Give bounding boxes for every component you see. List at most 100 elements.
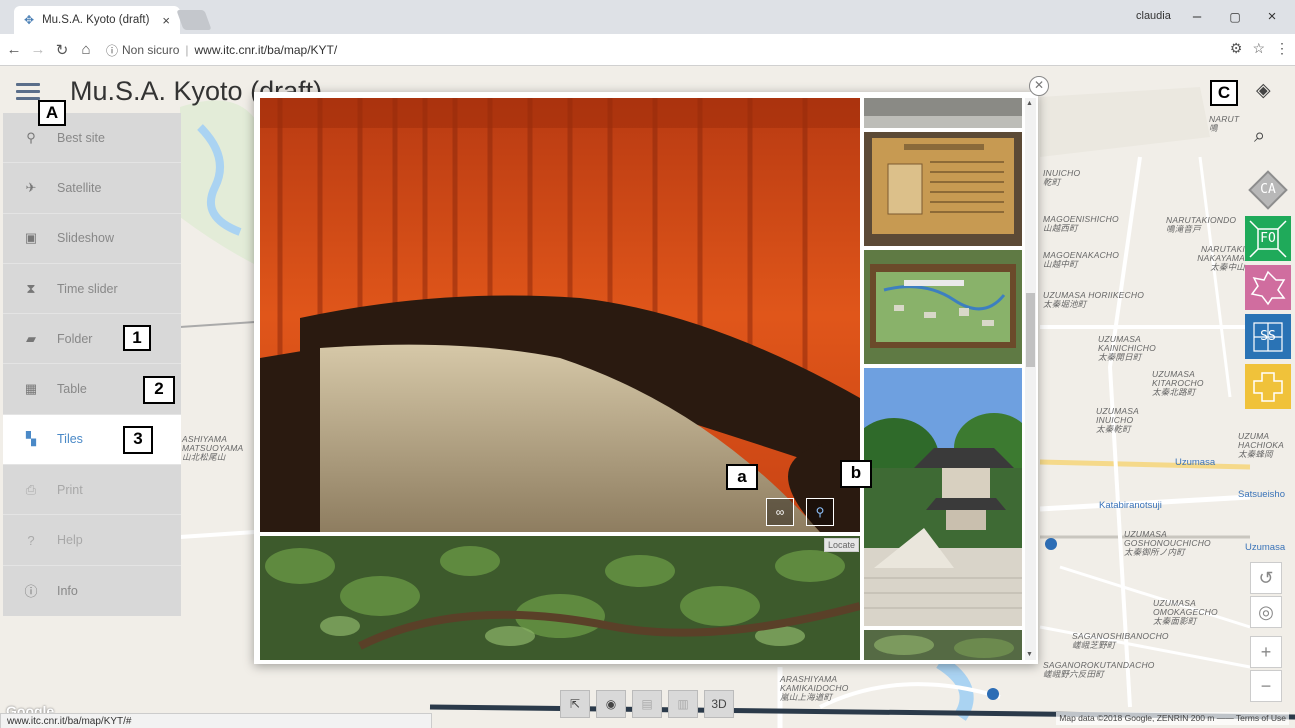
reload-icon[interactable]: ↻	[52, 41, 72, 59]
station-label: Katabiranotsuji	[1099, 500, 1162, 511]
menu-item-satellite[interactable]: ✈ Satellite	[3, 163, 181, 214]
browser-tab[interactable]: ✥ Mu.S.A. Kyoto (draft) ×	[14, 6, 180, 34]
document-button[interactable]: ▤	[632, 690, 662, 718]
address-bar: ← → ↻ ⌂ ⓘ Non sicuro | www.itc.cnr.it/ba…	[0, 34, 1295, 66]
back-icon[interactable]: ←	[4, 41, 24, 58]
map-label: UZUMASA HORIIKECHO 太秦堀池町	[1043, 290, 1145, 309]
menu-item-label: Info	[57, 583, 78, 598]
help-icon: ?	[27, 532, 35, 548]
callout-b-lower: b	[840, 460, 872, 488]
chrome-menu-icon[interactable]: ⋮	[1275, 40, 1289, 57]
profile-name[interactable]: claudia	[1136, 10, 1171, 22]
locate-button[interactable]: ⚲	[806, 498, 834, 526]
thumbnail-temple[interactable]	[864, 368, 1022, 626]
forward-icon[interactable]: →	[28, 41, 48, 58]
callout-three: 3	[123, 426, 153, 454]
station-label: Uzumasa	[1245, 542, 1286, 553]
url-field[interactable]: ⓘ Non sicuro | www.itc.cnr.it/ba/map/KYT…	[106, 38, 1196, 62]
print-icon: ⎙	[25, 481, 37, 497]
thumbnail-map-board[interactable]	[864, 250, 1022, 364]
map-label: UZUMASA KAINICHICHO 太秦開日町	[1098, 334, 1156, 362]
layers-icon[interactable]: ◈	[1256, 79, 1271, 102]
thumbnail-signboard[interactable]	[864, 132, 1022, 246]
map-attribution[interactable]: Map data ©2018 Google, ZENRIN 200 m ⎯⎯⎯⎯…	[1056, 712, 1289, 725]
menu-item-label: Slideshow	[57, 231, 114, 246]
menu-item-time-slider[interactable]: ⧗ Time slider	[3, 264, 181, 315]
photo-torii-gates[interactable]	[260, 98, 860, 532]
rotate-button[interactable]: ↺	[1250, 562, 1282, 594]
map-label: UZUMASA INUICHO 太秦乾町	[1096, 406, 1139, 434]
scroll-up-icon[interactable]: ▲	[1026, 100, 1033, 107]
browser-tab-bar: ✥ Mu.S.A. Kyoto (draft) × claudia – ▢ ×	[0, 0, 1295, 34]
tool-shape[interactable]	[1245, 265, 1291, 310]
hamburger-menu-icon[interactable]	[16, 83, 40, 104]
map-label: NARUTAKI NAKAYAMA 太秦中山	[1197, 244, 1245, 272]
map-label: UZUMASA OMOKAGECHO 太秦面影町	[1153, 598, 1218, 626]
link-icon: ∞	[775, 505, 785, 519]
new-tab-button[interactable]	[176, 10, 212, 30]
extension-icon[interactable]: ⚙	[1230, 40, 1243, 57]
menu-item-help[interactable]: ? Help	[3, 515, 181, 566]
modal-close-icon[interactable]: ✕	[1029, 76, 1049, 96]
zoom-in-button[interactable]: +	[1250, 636, 1282, 668]
gallery-scrollbar[interactable]: ▲ ▼	[1025, 98, 1036, 660]
menu-item-info[interactable]: ⓘ Info	[3, 566, 181, 616]
station-label: Uzumasa	[1175, 457, 1216, 468]
callout-one: 1	[123, 325, 151, 351]
menu-item-print[interactable]: ⎙ Print	[3, 465, 181, 516]
thumbnail-top[interactable]	[864, 98, 1022, 128]
view-3d-button[interactable]: 3D	[704, 690, 734, 718]
scrollbar-thumb[interactable]	[1026, 293, 1035, 367]
menu-item-label: Time slider	[57, 281, 118, 296]
favicon-icon: ✥	[24, 13, 35, 27]
menu-item-label: Satellite	[57, 180, 102, 195]
minimize-button[interactable]: –	[1187, 8, 1207, 25]
menu-item-best-site[interactable]: ⚲ Best site	[3, 113, 181, 164]
tool-puzzle[interactable]	[1245, 364, 1291, 409]
folder-icon: ▰	[26, 330, 36, 346]
hourglass-icon: ⧗	[26, 280, 36, 296]
tool-fo[interactable]: FO	[1245, 216, 1291, 261]
map-label: SAGANOROKUTANDACHO 嵯峨野六反田町	[1043, 660, 1155, 679]
map-label: NARUT 鳴	[1209, 114, 1240, 133]
thumbnail-image	[864, 98, 1022, 128]
tool-ss[interactable]: SS	[1245, 314, 1291, 359]
locate-tooltip: Locate	[824, 538, 860, 552]
map-label: UZUMA HACHIOKA 太秦蜂岡	[1238, 431, 1284, 459]
torii-illustration	[260, 98, 860, 532]
zoom-out-button[interactable]: −	[1250, 670, 1282, 702]
info-icon[interactable]: ⓘ	[106, 42, 118, 59]
camera-icon: ◉	[605, 697, 617, 711]
tiles-icon: ▚	[26, 431, 36, 447]
menu-item-folder[interactable]: ▰ Folder	[3, 314, 181, 365]
tool-ca[interactable]: CA	[1245, 167, 1291, 212]
foliage-illustration	[260, 536, 860, 660]
callout-c-upper: C	[1210, 80, 1238, 106]
home-icon[interactable]: ⌂	[76, 41, 96, 58]
menu-item-tiles[interactable]: ▚ Tiles	[3, 414, 181, 466]
film-button[interactable]: ▥	[668, 690, 698, 718]
3d-icon: 3D	[711, 697, 727, 711]
cross-shape	[1253, 371, 1283, 402]
map-label: MAGOENAKACHO 山越中町	[1043, 250, 1120, 269]
photo-foliage[interactable]	[260, 536, 860, 660]
window-close-button[interactable]: ×	[1262, 8, 1282, 25]
link-button[interactable]: ∞	[766, 498, 794, 526]
menu-item-slideshow[interactable]: ▣ Slideshow	[3, 214, 181, 264]
external-link-icon: ⇱	[569, 697, 581, 711]
camera-button[interactable]: ◉	[596, 690, 626, 718]
tool-label: CA	[1260, 182, 1276, 197]
map-pin-icon: ⚲	[815, 505, 825, 519]
restore-button[interactable]: ▢	[1225, 10, 1245, 24]
external-link-button[interactable]: ⇱	[560, 690, 590, 718]
tool-label: FO	[1260, 231, 1276, 246]
document-icon: ▤	[641, 697, 653, 711]
bookmark-star-icon[interactable]: ☆	[1252, 40, 1265, 57]
search-icon[interactable]: ⌕	[1254, 125, 1265, 148]
tab-close-icon[interactable]: ×	[162, 13, 170, 28]
thumbnail-bottom[interactable]	[864, 630, 1022, 660]
menu-item-label: Folder	[57, 331, 93, 346]
my-location-button[interactable]: ◎	[1250, 596, 1282, 628]
menu-item-label: Best site	[57, 130, 105, 145]
scroll-down-icon[interactable]: ▼	[1026, 651, 1033, 658]
